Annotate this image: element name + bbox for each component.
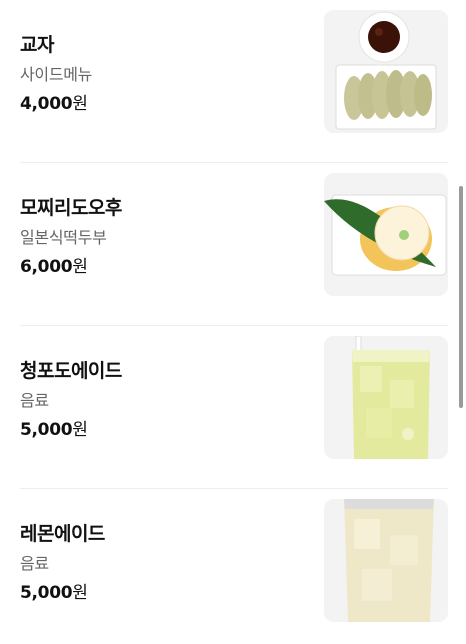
menu-item-category: 음료 (20, 391, 49, 410)
menu-item-price: 5,000원 (20, 415, 88, 440)
menu-item[interactable]: 모찌리도오후 일본식떡두부 6,000원 (0, 163, 466, 326)
menu-item-name: 청포도에이드 (20, 360, 122, 382)
lemonade-photo[interactable] (324, 499, 448, 622)
menu-item-name: 레몬에이드 (20, 523, 105, 545)
price-value: 4,000 (20, 94, 73, 114)
price-value: 5,000 (20, 420, 73, 440)
price-currency: 원 (72, 583, 88, 603)
price-currency: 원 (72, 94, 88, 114)
menu-list: 교자 사이드메뉴 4,000원 모찌리도오후 일본식떡두부 6,000원 청포도… (0, 0, 466, 644)
dumplings-photo[interactable] (324, 10, 448, 133)
menu-item-price: 6,000원 (20, 252, 88, 277)
price-value: 6,000 (20, 257, 73, 277)
menu-item-name: 모찌리도오후 (20, 197, 122, 219)
menu-item[interactable]: 교자 사이드메뉴 4,000원 (0, 0, 466, 163)
mochi-tofu-photo[interactable] (324, 173, 448, 296)
menu-item-category: 사이드메뉴 (20, 65, 93, 84)
menu-item[interactable]: 청포도에이드 음료 5,000원 (0, 326, 466, 489)
price-currency: 원 (72, 420, 88, 440)
menu-item-category: 일본식떡두부 (20, 228, 107, 247)
menu-item-price: 5,000원 (20, 578, 88, 603)
price-value: 5,000 (20, 583, 73, 603)
menu-item[interactable]: 레몬에이드 음료 5,000원 (0, 489, 466, 644)
menu-item-name: 교자 (20, 34, 54, 56)
menu-item-price: 4,000원 (20, 89, 88, 114)
menu-item-category: 음료 (20, 554, 49, 573)
green-grape-ade-photo[interactable] (324, 336, 448, 459)
price-currency: 원 (72, 257, 88, 277)
scrollbar-thumb[interactable] (459, 186, 463, 408)
